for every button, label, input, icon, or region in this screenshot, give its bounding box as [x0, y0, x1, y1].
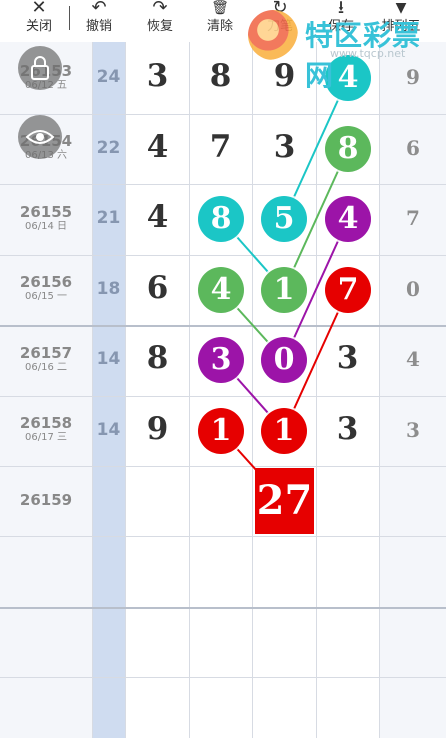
trash-icon: 🗑 [211, 0, 229, 16]
ball-cyan: 8 [198, 196, 244, 242]
brand-url: www.tqcp.net [330, 47, 406, 60]
toolbar-divider [69, 6, 70, 30]
trend-chart: 2615306/12 五 24 3 8 9 4 9 2615406/13 六 2… [0, 42, 446, 738]
ball-cyan: 5 [261, 196, 307, 242]
ball-green: 1 [261, 267, 307, 313]
visibility-button[interactable] [18, 115, 62, 159]
ball-purple: 3 [198, 337, 244, 383]
ball-green: 4 [198, 267, 244, 313]
redo-button[interactable]: ↷ 恢复 [135, 0, 185, 40]
lock-icon [31, 56, 49, 80]
prediction-result[interactable]: 27 [255, 468, 314, 534]
clear-button[interactable]: 🗑 清除 [195, 0, 245, 40]
close-icon: ✕ [31, 0, 47, 18]
site-logo [248, 10, 298, 60]
eye-icon [25, 130, 55, 144]
ball-red: 7 [325, 267, 371, 313]
undo-button[interactable]: ↶ 撤销 [74, 0, 124, 40]
undo-icon: ↶ [91, 0, 107, 18]
trend-lines [220, 77, 349, 502]
ball-red: 1 [198, 408, 244, 454]
redo-icon: ↷ [152, 0, 168, 18]
ball-purple: 4 [325, 196, 371, 242]
ball-green: 8 [325, 126, 371, 172]
lock-button[interactable] [18, 46, 62, 90]
ball-purple: 0 [261, 337, 307, 383]
ball-red: 1 [261, 408, 307, 454]
close-button[interactable]: ✕ 关闭 [14, 0, 64, 40]
